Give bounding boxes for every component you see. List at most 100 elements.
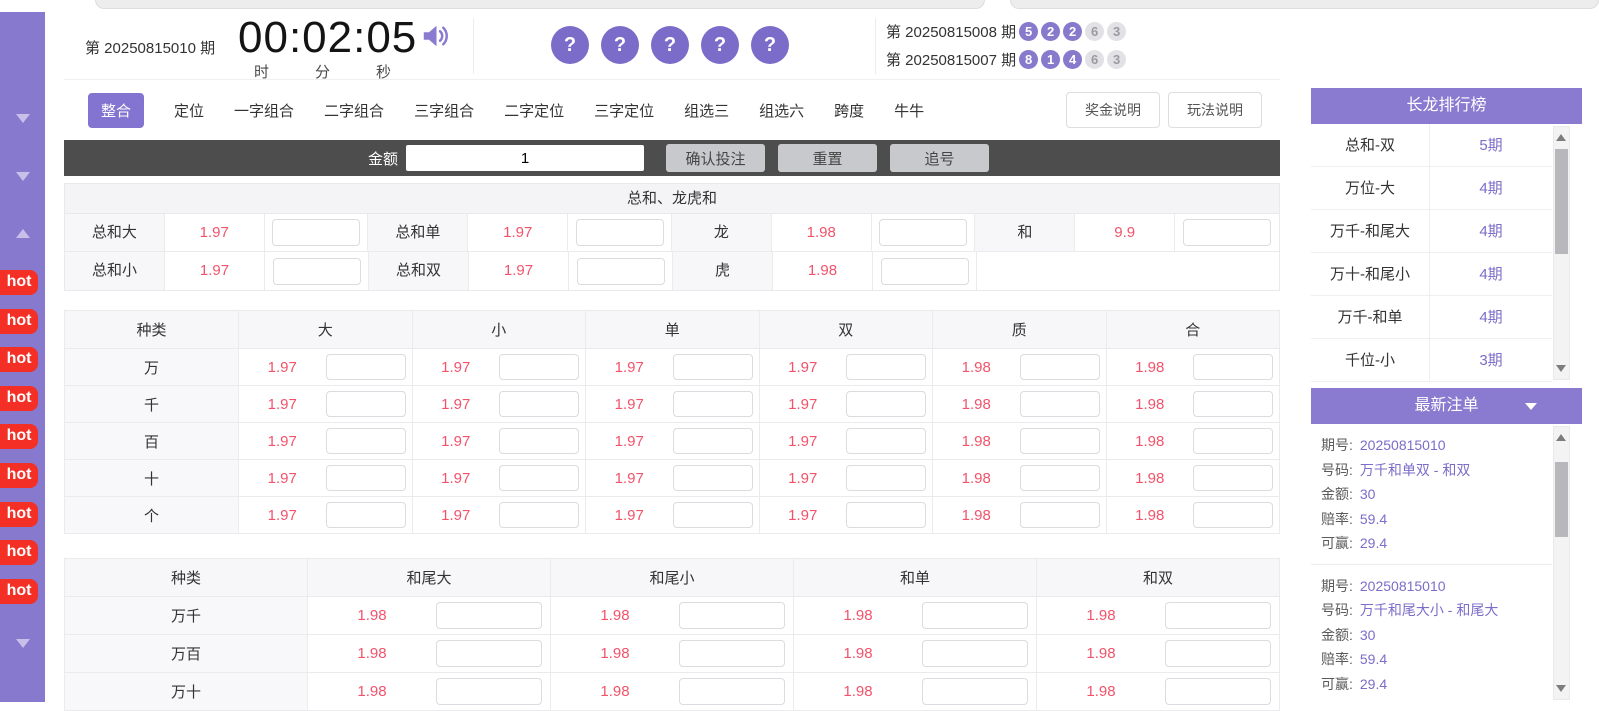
ranking-item[interactable]: 万千-和尾大 4期 xyxy=(1311,210,1552,253)
bet-amount-input[interactable] xyxy=(673,354,753,380)
bet-amount-input[interactable] xyxy=(1183,219,1271,246)
bet-amount-input[interactable] xyxy=(879,219,967,246)
bet-amount-input[interactable] xyxy=(846,354,926,380)
confirm-bet-button[interactable]: 确认投注 xyxy=(666,144,765,172)
bet-amount-input[interactable] xyxy=(1193,428,1273,454)
scroll-up-icon[interactable] xyxy=(1556,434,1566,441)
bet-amount-input[interactable] xyxy=(673,465,753,491)
tab-erzi-zuhe[interactable]: 二字组合 xyxy=(324,100,384,121)
scroll-thumb[interactable] xyxy=(1555,462,1568,537)
hot-badge[interactable]: hot xyxy=(0,309,38,334)
bet-amount-input[interactable] xyxy=(922,678,1028,705)
help-icon[interactable]: ? xyxy=(751,26,789,64)
tab-niuniu[interactable]: 牛牛 xyxy=(894,100,924,121)
hot-badge[interactable]: hot xyxy=(0,386,38,411)
bet-amount-input[interactable] xyxy=(499,465,579,491)
hot-badge[interactable]: hot xyxy=(0,424,38,449)
bet-amount-input[interactable] xyxy=(1193,465,1273,491)
hot-badge[interactable]: hot xyxy=(0,540,38,565)
bet-amount-input[interactable] xyxy=(846,502,926,528)
ranking-item[interactable]: 总和-双 5期 xyxy=(1311,124,1552,167)
bet-amount-input[interactable] xyxy=(922,602,1028,629)
help-icon[interactable]: ? xyxy=(601,26,639,64)
chevron-down-icon[interactable] xyxy=(16,172,30,181)
tab-kuadu[interactable]: 跨度 xyxy=(834,100,864,121)
bet-amount-input[interactable] xyxy=(673,391,753,417)
bet-amount-input[interactable] xyxy=(499,354,579,380)
bet-amount-input[interactable] xyxy=(436,678,542,705)
bet-amount-input[interactable] xyxy=(1020,354,1100,380)
tab-zuxuan-liu[interactable]: 组选六 xyxy=(759,100,804,121)
ranking-item[interactable]: 万十-和尾小 4期 xyxy=(1311,253,1552,296)
bet-amount-input[interactable] xyxy=(1020,465,1100,491)
help-icon[interactable]: ? xyxy=(651,26,689,64)
bet-amount-input[interactable] xyxy=(326,428,406,454)
play-info-button[interactable]: 玩法说明 xyxy=(1168,92,1262,128)
bet-amount-input[interactable] xyxy=(1165,602,1271,629)
bet-amount-input[interactable] xyxy=(922,640,1028,667)
bet-amount-input[interactable] xyxy=(673,428,753,454)
bet-amount-input[interactable] xyxy=(1193,502,1273,528)
bet-amount-input[interactable] xyxy=(1020,391,1100,417)
chevron-down-icon[interactable] xyxy=(16,114,30,123)
reset-button[interactable]: 重置 xyxy=(778,144,877,172)
amount-input[interactable] xyxy=(406,145,644,171)
bet-amount-input[interactable] xyxy=(326,465,406,491)
tab-erzi-dingwei[interactable]: 二字定位 xyxy=(504,100,564,121)
hot-badge[interactable]: hot xyxy=(0,463,38,488)
bet-amount-input[interactable] xyxy=(576,219,664,246)
bet-amount-input[interactable] xyxy=(1193,391,1273,417)
ranking-item[interactable]: 千位-小 3期 xyxy=(1311,339,1552,382)
scrollbar[interactable] xyxy=(1553,126,1570,380)
chevron-down-icon[interactable] xyxy=(1525,403,1537,410)
bet-amount-input[interactable] xyxy=(679,640,785,667)
bet-amount-input[interactable] xyxy=(499,428,579,454)
bet-amount-input[interactable] xyxy=(673,502,753,528)
speaker-icon[interactable] xyxy=(420,21,450,51)
bet-amount-input[interactable] xyxy=(326,502,406,528)
bet-amount-input[interactable] xyxy=(436,602,542,629)
tab-zhenghe[interactable]: 整合 xyxy=(88,93,144,128)
chevron-down-icon[interactable] xyxy=(16,639,30,648)
bet-amount-input[interactable] xyxy=(1165,678,1271,705)
tab-sanzi-zuhe[interactable]: 三字组合 xyxy=(414,100,474,121)
scroll-thumb[interactable] xyxy=(1555,149,1568,254)
hot-badge[interactable]: hot xyxy=(0,347,38,372)
bet-amount-input[interactable] xyxy=(881,258,969,285)
tab-yizi-zuhe[interactable]: 一字组合 xyxy=(234,100,294,121)
scrollbar[interactable] xyxy=(1553,426,1570,700)
bonus-info-button[interactable]: 奖金说明 xyxy=(1066,92,1160,128)
bet-amount-input[interactable] xyxy=(1020,428,1100,454)
scroll-up-icon[interactable] xyxy=(1556,134,1566,141)
tab-dingwei[interactable]: 定位 xyxy=(174,100,204,121)
bet-amount-input[interactable] xyxy=(679,678,785,705)
bet-amount-input[interactable] xyxy=(846,428,926,454)
ranking-item[interactable]: 万千-和单 4期 xyxy=(1311,296,1552,339)
bet-amount-input[interactable] xyxy=(326,354,406,380)
scroll-down-icon[interactable] xyxy=(1556,685,1566,692)
help-icon[interactable]: ? xyxy=(701,26,739,64)
bet-amount-input[interactable] xyxy=(1193,354,1273,380)
bet-amount-input[interactable] xyxy=(679,602,785,629)
bet-amount-input[interactable] xyxy=(326,391,406,417)
bet-amount-input[interactable] xyxy=(1165,640,1271,667)
bet-amount-input[interactable] xyxy=(273,258,361,285)
help-icon[interactable]: ? xyxy=(551,26,589,64)
bet-amount-input[interactable] xyxy=(436,640,542,667)
ranking-item[interactable]: 万位-大 4期 xyxy=(1311,167,1552,210)
bet-amount-input[interactable] xyxy=(1020,502,1100,528)
chase-number-button[interactable]: 追号 xyxy=(890,144,989,172)
bet-amount-input[interactable] xyxy=(577,258,665,285)
hot-badge[interactable]: hot xyxy=(0,270,38,295)
hot-badge[interactable]: hot xyxy=(0,579,38,604)
chevron-up-icon[interactable] xyxy=(16,229,30,238)
bet-amount-input[interactable] xyxy=(499,391,579,417)
scroll-down-icon[interactable] xyxy=(1556,365,1566,372)
hot-badge[interactable]: hot xyxy=(0,502,38,527)
bet-amount-input[interactable] xyxy=(846,391,926,417)
bet-amount-input[interactable] xyxy=(499,502,579,528)
tab-zuxuan-san[interactable]: 组选三 xyxy=(684,100,729,121)
bet-amount-input[interactable] xyxy=(846,465,926,491)
bet-amount-input[interactable] xyxy=(272,219,360,246)
tab-sanzi-dingwei[interactable]: 三字定位 xyxy=(594,100,654,121)
